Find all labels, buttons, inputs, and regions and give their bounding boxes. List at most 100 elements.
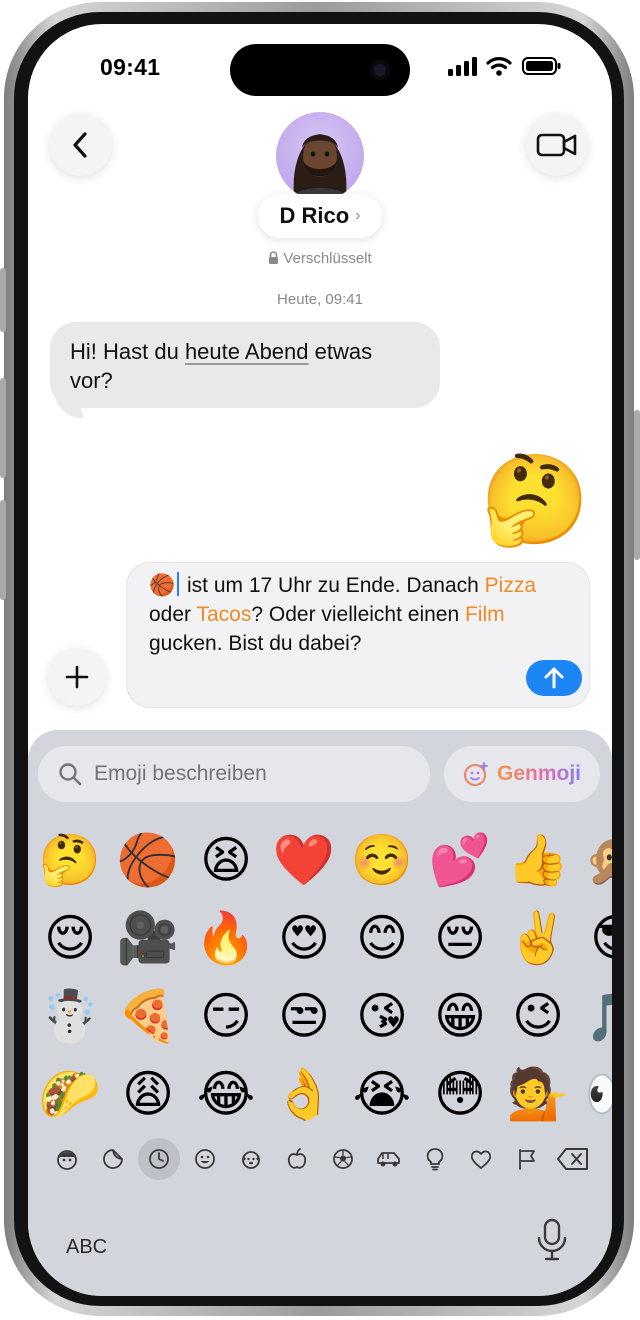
category-food[interactable] <box>276 1138 318 1180</box>
send-button[interactable] <box>526 660 582 696</box>
delete-button[interactable] <box>552 1138 594 1180</box>
emoji-key[interactable]: 🎥 <box>116 906 180 970</box>
category-travel[interactable] <box>368 1138 410 1180</box>
emoji-category-bar <box>38 1136 602 1182</box>
emoji-key[interactable]: 🎵 <box>584 984 612 1048</box>
activity-icon <box>333 1149 353 1169</box>
text-cursor <box>177 572 180 596</box>
category-animals[interactable] <box>230 1138 272 1180</box>
food-icon <box>287 1148 307 1169</box>
dictation-button[interactable] <box>534 1218 570 1267</box>
emoji-key[interactable]: 😒 <box>272 984 336 1048</box>
emoji-key[interactable]: 👀 <box>584 1062 612 1126</box>
emoji-key[interactable]: 😭 <box>350 1062 414 1126</box>
emoji-key[interactable]: 😘 <box>350 984 414 1048</box>
composer-text-4: gucken. Bist du dabei? <box>149 632 362 655</box>
back-button[interactable] <box>50 114 112 176</box>
category-stickers[interactable] <box>92 1138 134 1180</box>
emoji-key[interactable]: 👍 <box>506 828 570 892</box>
genmoji-button[interactable]: Genmoji <box>444 746 600 802</box>
emoji-key[interactable]: 😏 <box>194 984 258 1048</box>
action-button <box>0 268 6 332</box>
category-flags[interactable] <box>506 1138 548 1180</box>
emoji-grid: 🤔🏀😫❤️☺️💕👍🙊 😌🎥🔥😍😊😔✌️😎 ☃️🍕😏😒😘😁😉🎵 🌮😩😂👌😭😳💁👀 <box>38 828 612 1148</box>
facetime-video-button[interactable] <box>526 114 588 176</box>
encryption-status: Verschlüsselt <box>28 250 612 267</box>
emoji-keyboard: Emoji beschreiben Genmoji 🤔🏀😫❤️☺️💕👍🙊 😌🎥🔥😍… <box>28 730 612 1296</box>
emoji-key[interactable]: 👌 <box>272 1062 336 1126</box>
composer-text-3: ? Oder vielleicht einen <box>251 603 465 626</box>
emoji-key[interactable]: 💕 <box>428 828 492 892</box>
emoji-replace-tacos[interactable]: Tacos <box>197 603 252 626</box>
emoji-key[interactable]: 😫 <box>194 828 258 892</box>
video-camera-icon <box>536 133 577 157</box>
symbols-icon <box>470 1150 492 1169</box>
message-text-start: Hi! Hast du <box>70 339 185 364</box>
emoji-key[interactable]: 😎 <box>584 906 612 970</box>
search-icon <box>59 763 82 786</box>
side-button <box>634 410 640 560</box>
chevron-left-icon <box>73 132 87 158</box>
emoji-key[interactable]: 😔 <box>428 906 492 970</box>
category-symbols[interactable] <box>460 1138 502 1180</box>
emoji-key[interactable]: 😩 <box>116 1062 180 1126</box>
emoji-replace-pizza[interactable]: Pizza <box>485 574 536 597</box>
volume-down-button <box>0 500 6 600</box>
backspace-icon <box>557 1148 588 1170</box>
emoji-key[interactable]: 😉 <box>506 984 570 1048</box>
emoji-replace-film[interactable]: Film <box>465 603 505 626</box>
lock-icon <box>269 251 279 264</box>
detected-date-link[interactable]: heute Abend <box>185 339 309 364</box>
memoji-icon <box>57 1150 77 1170</box>
abc-keyboard-switch[interactable]: ABC <box>66 1236 107 1259</box>
genmoji-icon <box>463 762 488 787</box>
emoji-key[interactable]: ✌️ <box>506 906 570 970</box>
battery-icon <box>522 57 561 75</box>
emoji-key[interactable]: 😁 <box>428 984 492 1048</box>
memoji-avatar-icon <box>290 134 350 200</box>
emoji-key[interactable]: 🤔 <box>38 828 102 892</box>
emoji-key[interactable]: ❤️ <box>272 828 336 892</box>
sticker-icon <box>103 1149 123 1169</box>
emoji-key[interactable]: 😌 <box>38 906 102 970</box>
category-objects[interactable] <box>414 1138 456 1180</box>
contact-name-pill[interactable]: D Rico › <box>258 194 382 238</box>
message-timestamp: Heute, 09:41 <box>277 291 363 308</box>
emoji-key[interactable]: 😊 <box>350 906 414 970</box>
message-input-field[interactable]: 🏀 ist um 17 Uhr zu Ende. Danach Pizza od… <box>126 562 590 708</box>
emoji-key[interactable]: 🌮 <box>38 1062 102 1126</box>
genmoji-label: Genmoji <box>496 762 581 785</box>
contact-name: D Rico <box>279 203 350 228</box>
incoming-message-bubble[interactable]: Hi! Hast du heute Abend etwas vor? <box>50 322 440 408</box>
wifi-icon <box>486 57 512 76</box>
emoji-key[interactable]: 😳 <box>428 1062 492 1126</box>
composer-lead-emoji: 🏀 <box>149 574 176 597</box>
category-smileys[interactable] <box>184 1138 226 1180</box>
emoji-search-field[interactable]: Emoji beschreiben <box>38 746 430 802</box>
emoji-key[interactable]: 🍕 <box>116 984 180 1048</box>
category-memoji[interactable] <box>46 1138 88 1180</box>
sent-emoji-message[interactable]: 🤔 <box>480 449 590 551</box>
microphone-icon <box>537 1218 567 1261</box>
emoji-key[interactable]: ☺️ <box>350 828 414 892</box>
emoji-key[interactable]: 🏀 <box>116 828 180 892</box>
category-activity[interactable] <box>322 1138 364 1180</box>
emoji-key[interactable]: ☃️ <box>38 984 102 1048</box>
recent-icon <box>149 1149 169 1169</box>
travel-icon <box>377 1152 400 1167</box>
emoji-key[interactable]: 😍 <box>272 906 336 970</box>
emoji-key[interactable]: 🙊 <box>584 828 612 892</box>
emoji-key[interactable]: 💁 <box>506 1062 570 1126</box>
smileys-icon <box>195 1149 215 1169</box>
emoji-key[interactable]: 😂 <box>194 1062 258 1126</box>
contact-avatar[interactable] <box>276 112 364 200</box>
emoji-search-placeholder: Emoji beschreiben <box>94 762 267 785</box>
composer-text-2: oder <box>149 603 197 626</box>
apps-plus-button[interactable] <box>48 648 106 706</box>
front-camera <box>370 60 390 80</box>
emoji-key[interactable]: 🔥 <box>194 906 258 970</box>
encryption-label: Verschlüsselt <box>283 250 372 267</box>
volume-up-button <box>0 378 6 478</box>
objects-icon <box>426 1148 444 1171</box>
category-recent[interactable] <box>138 1138 180 1180</box>
